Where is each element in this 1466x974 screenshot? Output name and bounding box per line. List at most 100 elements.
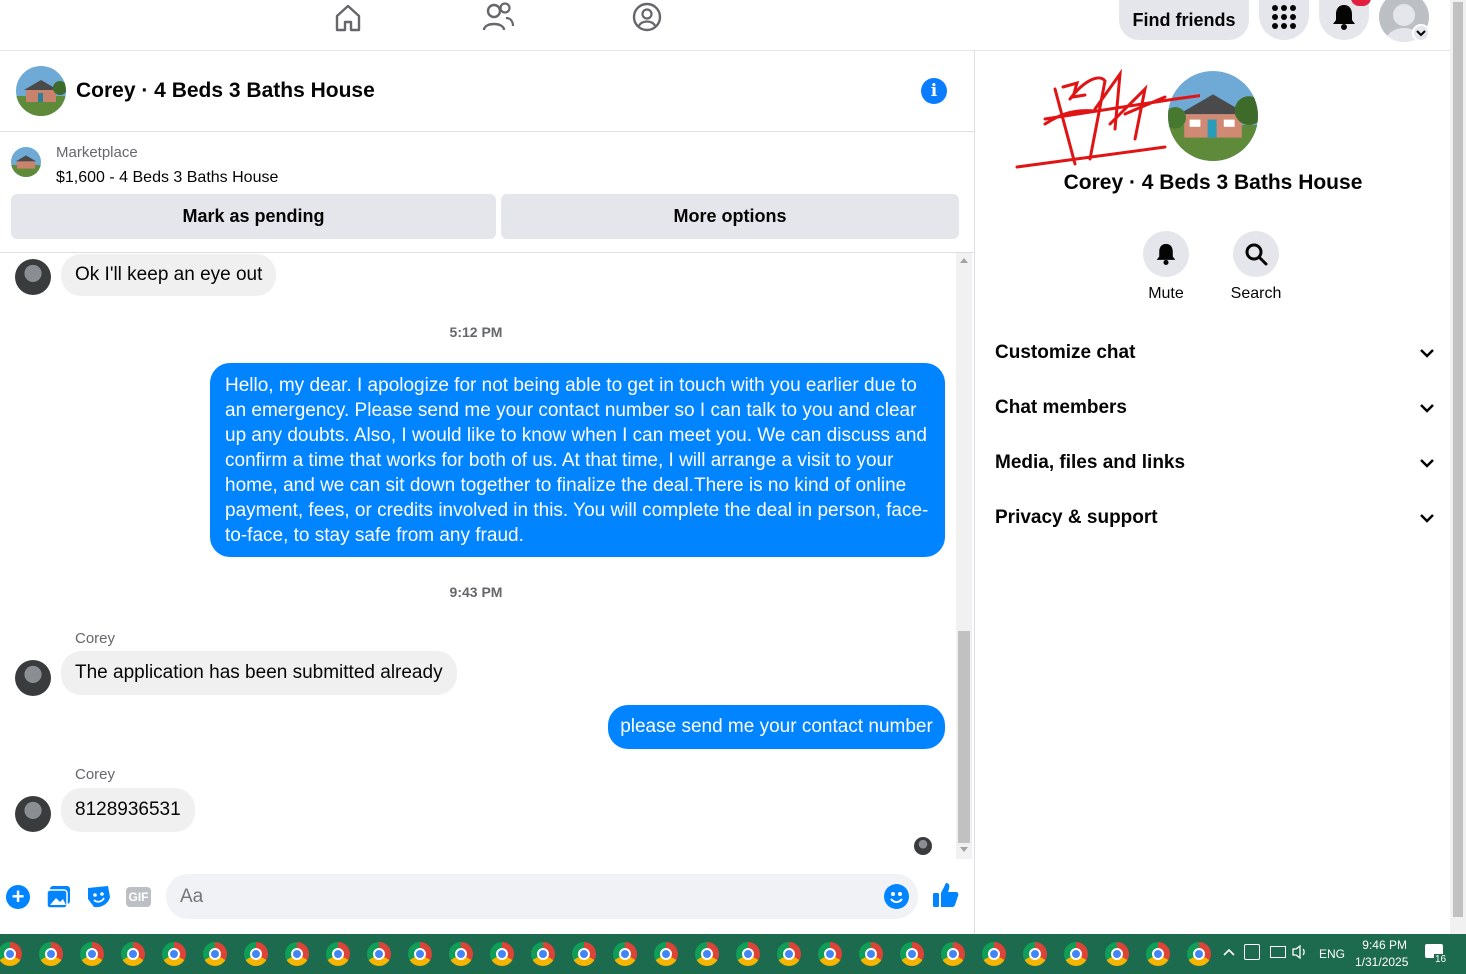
- browser-taskbar-icon[interactable]: [80, 942, 104, 966]
- scrollbar-thumb[interactable]: [958, 631, 970, 843]
- browser-taskbar-icon[interactable]: [695, 942, 719, 966]
- row-label: Media, files and links: [995, 452, 1186, 473]
- browser-taskbar-icon[interactable]: [572, 942, 596, 966]
- bell-icon: [1143, 231, 1189, 277]
- row-label: Customize chat: [995, 342, 1136, 363]
- message-bubble-outgoing[interactable]: please send me your contact number: [608, 705, 945, 749]
- browser-taskbar-icon[interactable]: [408, 942, 432, 966]
- browser-taskbar-icon[interactable]: [285, 942, 309, 966]
- language-indicator[interactable]: ENG: [1319, 947, 1345, 961]
- volume-icon[interactable]: [1292, 944, 1308, 963]
- browser-taskbar-icon[interactable]: [121, 942, 145, 966]
- marketplace-banner: Marketplace $1,600 - 4 Beds 3 Baths Hous…: [0, 132, 974, 253]
- timestamp: 9:43 PM: [449, 584, 503, 600]
- browser-taskbar-icon[interactable]: [39, 942, 63, 966]
- message-list[interactable]: Ok I'll keep an eye out 5:12 PM Hello, m…: [0, 253, 956, 859]
- browser-taskbar-icon[interactable]: [818, 942, 842, 966]
- message-bubble-incoming[interactable]: The application has been submitted alrea…: [61, 651, 457, 695]
- home-icon[interactable]: [328, 0, 368, 34]
- taskbar: ENG 9:46 PM 1/31/2025 16: [0, 934, 1466, 974]
- menu-grid-icon[interactable]: [1259, 0, 1309, 40]
- scroll-up-arrow-icon[interactable]: [960, 258, 968, 263]
- chevron-up-icon[interactable]: [1222, 946, 1236, 960]
- plus-icon[interactable]: +: [6, 885, 30, 909]
- more-options-button[interactable]: More options: [501, 194, 959, 239]
- search-icon: [1233, 231, 1279, 277]
- chat-header: Corey · 4 Beds 3 Baths House i: [0, 51, 974, 132]
- browser-taskbar-icon[interactable]: [162, 942, 186, 966]
- find-friends-button[interactable]: Find friends: [1119, 0, 1249, 40]
- sender-name: Corey: [75, 766, 116, 783]
- message-bubble-incoming[interactable]: 8128936531: [61, 788, 195, 832]
- browser-taskbar-icon[interactable]: [449, 942, 473, 966]
- clock-date[interactable]: 1/31/2025: [1355, 955, 1408, 969]
- browser-taskbar-icon[interactable]: [613, 942, 637, 966]
- clock-time[interactable]: 9:46 PM: [1355, 938, 1407, 952]
- groups-icon[interactable]: [627, 0, 667, 34]
- browser-taskbar-icon[interactable]: [1146, 942, 1170, 966]
- browser-taskbar-icon[interactable]: [900, 942, 924, 966]
- chat-details-panel: Corey · 4 Beds 3 Baths House Mute Search…: [974, 51, 1450, 934]
- browser-taskbar-icon[interactable]: [982, 942, 1006, 966]
- mark-as-pending-button[interactable]: Mark as pending: [11, 194, 496, 239]
- network-icon[interactable]: [1270, 946, 1286, 958]
- browser-taskbar-icon[interactable]: [326, 942, 350, 966]
- chat-members-row[interactable]: Chat members: [995, 388, 1435, 428]
- message-scrollbar[interactable]: [956, 253, 972, 859]
- listing-title[interactable]: $1,600 - 4 Beds 3 Baths House: [56, 169, 278, 187]
- browser-taskbar-icon[interactable]: [736, 942, 760, 966]
- avatar[interactable]: [15, 259, 51, 295]
- browser-taskbar-icon[interactable]: [531, 942, 555, 966]
- avatar[interactable]: [15, 796, 51, 832]
- photo-icon[interactable]: [46, 885, 72, 914]
- message-bubble-incoming[interactable]: Ok I'll keep an eye out: [61, 254, 277, 296]
- search-button[interactable]: Search: [1211, 231, 1301, 303]
- browser-taskbar-icon[interactable]: [367, 942, 391, 966]
- marketplace-label: Marketplace: [56, 144, 138, 161]
- browser-taskbar-icon[interactable]: [1023, 942, 1047, 966]
- browser-taskbar-icon[interactable]: [1187, 942, 1211, 966]
- sticker-icon[interactable]: [86, 885, 112, 914]
- row-label: Chat members: [995, 397, 1127, 418]
- thumbs-up-icon[interactable]: [932, 881, 960, 914]
- emoji-icon[interactable]: [884, 884, 909, 909]
- browser-taskbar-icon[interactable]: [1064, 942, 1088, 966]
- media-files-links-row[interactable]: Media, files and links: [995, 443, 1435, 483]
- friends-icon[interactable]: [478, 0, 518, 34]
- browser-taskbar-icon[interactable]: [1105, 942, 1129, 966]
- chevron-down-icon: [1420, 514, 1434, 523]
- privacy-support-row[interactable]: Privacy & support: [995, 498, 1435, 538]
- info-icon[interactable]: i: [921, 78, 947, 104]
- browser-taskbar-icon[interactable]: [490, 942, 514, 966]
- gif-icon[interactable]: GIF: [126, 887, 151, 907]
- browser-taskbar-icon[interactable]: [777, 942, 801, 966]
- message-bubble-outgoing[interactable]: Hello, my dear. I apologize for not bein…: [210, 363, 945, 557]
- notification-count: 16: [1434, 954, 1448, 965]
- chat-avatar[interactable]: [16, 66, 66, 116]
- browser-taskbar-icon[interactable]: [244, 942, 268, 966]
- message-input[interactable]: [166, 874, 918, 919]
- page-scrollbar-thumb[interactable]: [1453, 2, 1463, 917]
- security-icon[interactable]: [1244, 944, 1260, 960]
- avatar[interactable]: [15, 660, 51, 696]
- timestamp: 5:12 PM: [449, 324, 503, 340]
- chevron-down-icon: [1420, 404, 1434, 413]
- browser-taskbar-icon[interactable]: [859, 942, 883, 966]
- mute-label: Mute: [1148, 285, 1184, 302]
- customize-chat-row[interactable]: Customize chat: [995, 333, 1435, 373]
- chat-title[interactable]: Corey · 4 Beds 3 Baths House: [76, 79, 375, 103]
- sender-name: Corey: [75, 630, 116, 647]
- chevron-down-icon[interactable]: [1412, 24, 1430, 42]
- notifications-bell-icon[interactable]: [1319, 0, 1371, 40]
- chevron-down-icon: [1420, 349, 1434, 358]
- browser-taskbar-icon[interactable]: [0, 942, 22, 966]
- listing-thumbnail[interactable]: [11, 147, 41, 177]
- browser-taskbar-icon[interactable]: [203, 942, 227, 966]
- composer: + GIF: [0, 859, 974, 934]
- browser-taskbar-icon[interactable]: [941, 942, 965, 966]
- browser-taskbar-icon[interactable]: [654, 942, 678, 966]
- mute-button[interactable]: Mute: [1121, 231, 1211, 303]
- top-navigation: Find friends: [0, 0, 1450, 51]
- page-scrollbar[interactable]: [1450, 0, 1466, 934]
- scroll-down-arrow-icon[interactable]: [960, 847, 968, 852]
